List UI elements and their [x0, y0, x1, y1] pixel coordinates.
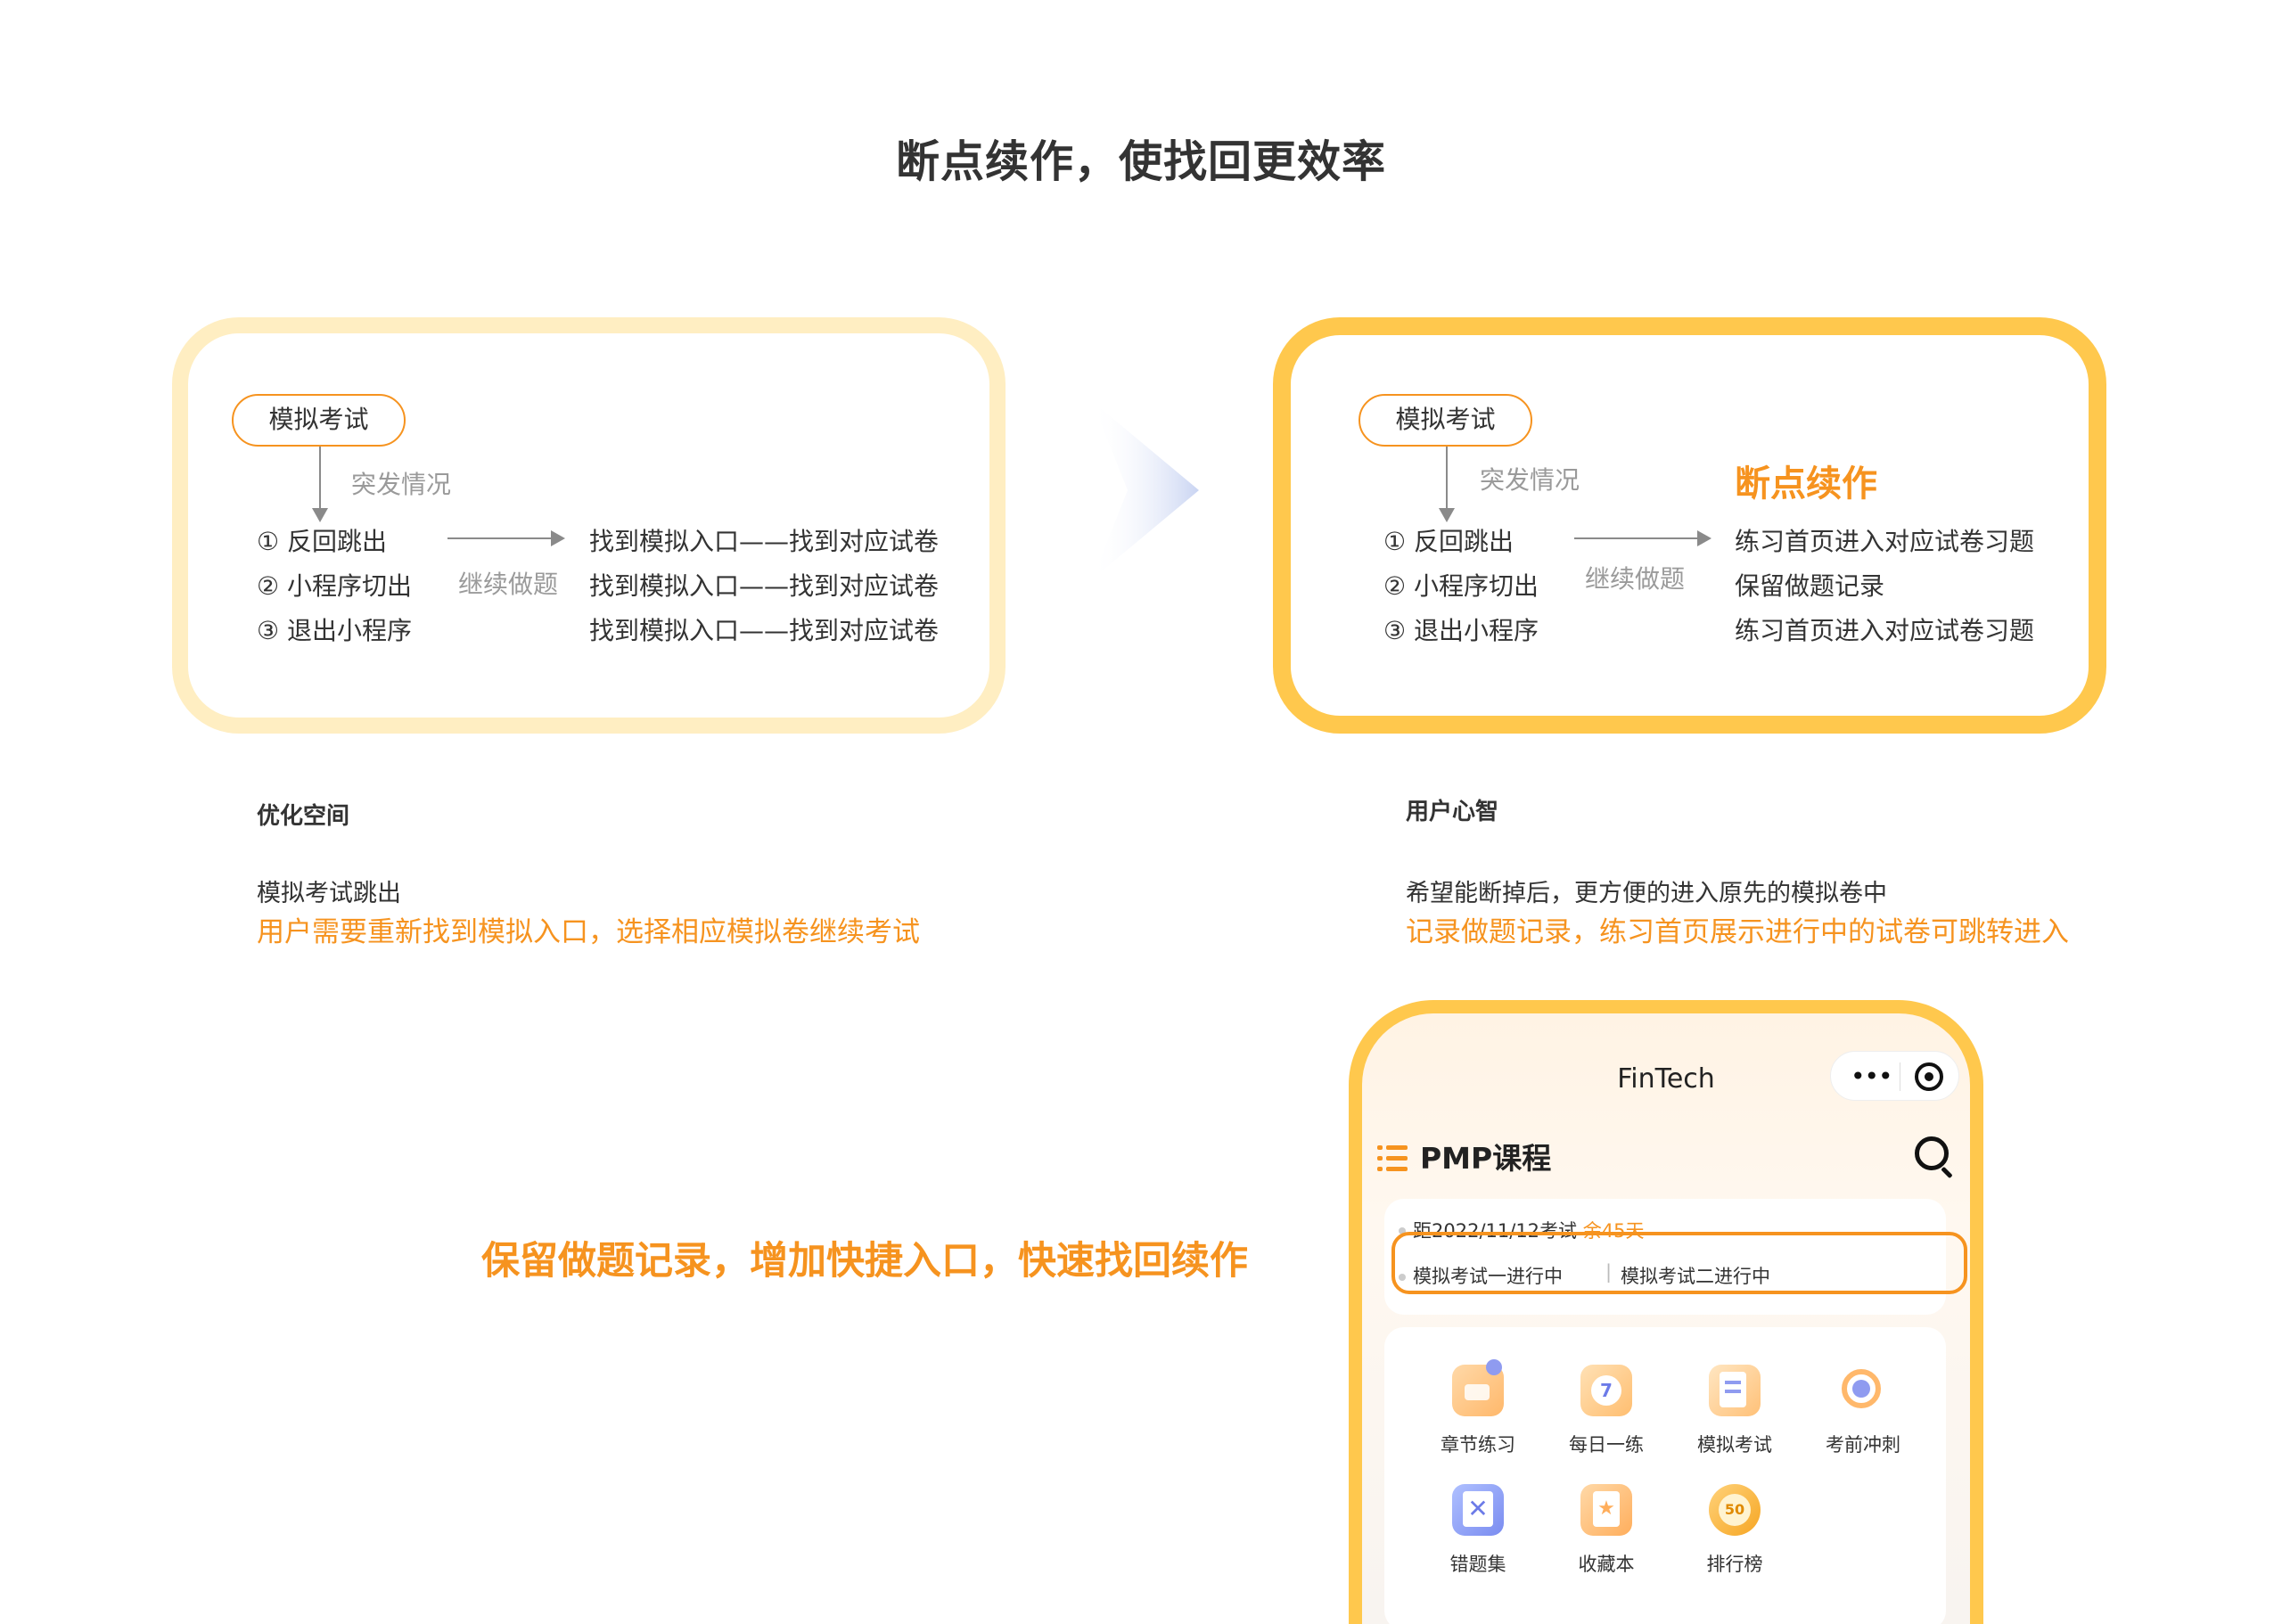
before-flow-panel: 模拟考试 突发情况 ① 反回跳出 ② 小程序切出 ③ 退出小程序 继续做题 找到… — [172, 317, 1006, 734]
course-title[interactable]: PMP课程 — [1420, 1135, 1551, 1177]
item-switch-out: ② 小程序切出 — [1383, 571, 1539, 601]
down-arrow-head — [1439, 508, 1455, 522]
ranking-medal-icon: 50 — [1709, 1484, 1761, 1536]
right-arrow-head — [1697, 530, 1712, 546]
favorites-icon: ★ — [1580, 1484, 1632, 1536]
user-mindset-highlight: 记录做题记录，练习首页展示进行中的试卷可跳转进入 — [1406, 916, 2069, 948]
tile-chapter-practice[interactable]: 章节练习 — [1424, 1359, 1531, 1457]
result-3: 练习首页进入对应试卷习题 — [1735, 616, 2035, 645]
mock-exam-pill: 模拟考试 — [232, 394, 406, 447]
optimization-heading: 优化空间 — [257, 803, 350, 830]
right-arrow-line — [447, 537, 553, 539]
close-target-icon[interactable] — [1915, 1062, 1943, 1091]
result-1: 找到模拟入口——找到对应试卷 — [589, 527, 940, 556]
user-mindset-heading: 用户心智 — [1406, 799, 1499, 825]
bottom-summary-text: 保留做题记录，增加快捷入口，快速找回续作 — [481, 1239, 1248, 1284]
event-label: 突发情况 — [351, 470, 452, 499]
tile-favorites[interactable]: ★ 收藏本 — [1553, 1484, 1660, 1577]
more-dots-icon[interactable]: ••• — [1851, 1062, 1893, 1091]
miniapp-capsule: ••• — [1830, 1051, 1959, 1101]
user-mindset-subheading: 希望能断掉后，更方便的进入原先的模拟卷中 — [1406, 880, 1887, 907]
right-arrow-line — [1574, 537, 1699, 539]
in-progress-highlight-frame — [1391, 1232, 1967, 1294]
after-flow-panel: 模拟考试 突发情况 断点续作 ① 反回跳出 ② 小程序切出 ③ 退出小程序 继续… — [1273, 317, 2106, 734]
list-menu-icon[interactable] — [1377, 1145, 1408, 1172]
item-switch-out: ② 小程序切出 — [257, 571, 413, 601]
calendar-icon: 7 — [1580, 1365, 1632, 1416]
result-3: 找到模拟入口——找到对应试卷 — [589, 616, 940, 645]
exam-paper-icon — [1709, 1365, 1761, 1416]
phone-mockup: FinTech ••• PMP课程 距2022/11/12考试 余45天 模拟考… — [1349, 1000, 1983, 1624]
item-exit: ③ 退出小程序 — [1383, 616, 1539, 645]
search-icon[interactable] — [1915, 1136, 1949, 1170]
mock-exam-pill: 模拟考试 — [1359, 394, 1532, 447]
item-back-jump: ① 反回跳出 — [257, 527, 388, 556]
item-exit: ③ 退出小程序 — [257, 616, 413, 645]
down-arrow-line — [1446, 447, 1448, 509]
arrow-label: 继续做题 — [1585, 564, 1686, 594]
target-icon — [1837, 1365, 1889, 1416]
breakpoint-resume-highlight: 断点续作 — [1735, 463, 1877, 504]
optimization-highlight: 用户需要重新找到模拟入口，选择相应模拟卷继续考试 — [257, 916, 920, 948]
page-title: 断点续作，使找回更效率 — [895, 136, 1386, 187]
tile-final-sprint[interactable]: 考前冲刺 — [1810, 1365, 1917, 1457]
tile-wrong-questions[interactable]: ✕ 错题集 — [1424, 1484, 1531, 1577]
result-1: 练习首页进入对应试卷习题 — [1735, 527, 2035, 556]
arrow-label: 继续做题 — [458, 570, 559, 599]
event-label: 突发情况 — [1480, 465, 1580, 495]
wrong-questions-icon: ✕ — [1452, 1484, 1504, 1536]
down-arrow-line — [319, 447, 321, 509]
feature-grid-card: 章节练习 7 每日一练 模拟考试 考前冲刺 ✕ 错题集 ★ 收藏本 50 排行榜 — [1384, 1327, 1946, 1624]
item-back-jump: ① 反回跳出 — [1383, 527, 1514, 556]
down-arrow-head — [312, 508, 328, 522]
result-2: 找到模拟入口——找到对应试卷 — [589, 571, 940, 601]
folder-chat-icon — [1452, 1359, 1504, 1416]
tile-mock-exam[interactable]: 模拟考试 — [1681, 1365, 1788, 1457]
tile-ranking[interactable]: 50 排行榜 — [1681, 1484, 1788, 1577]
optimization-subheading: 模拟考试跳出 — [257, 880, 401, 907]
result-2: 保留做题记录 — [1735, 571, 1885, 601]
right-arrow-head — [551, 530, 565, 546]
tile-daily-practice[interactable]: 7 每日一练 — [1553, 1365, 1660, 1457]
chevron-right-icon — [1092, 401, 1199, 579]
